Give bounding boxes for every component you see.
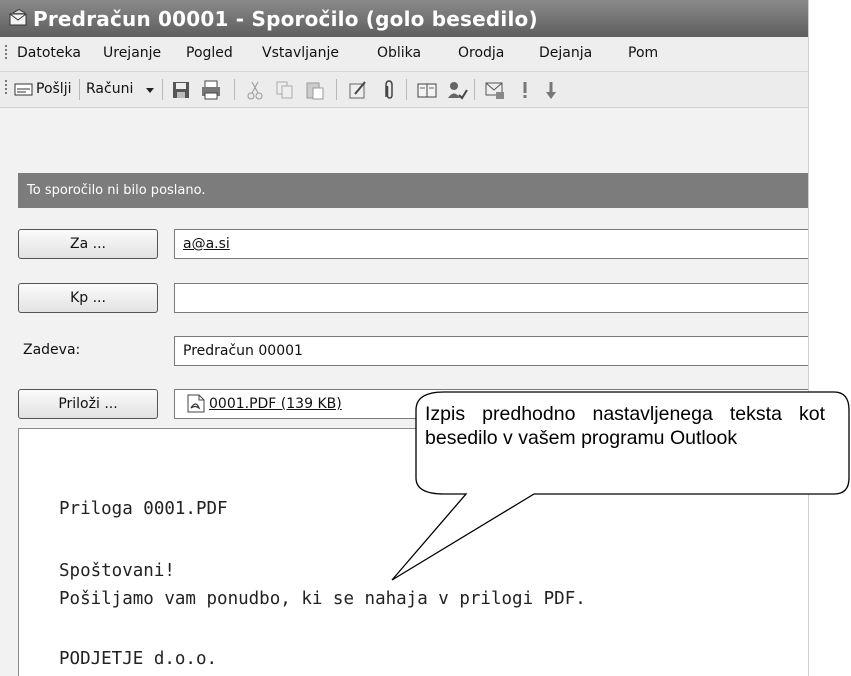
toolbar-separator xyxy=(336,79,337,100)
subject-value: Predračun 00001 xyxy=(183,343,303,359)
menu-help[interactable]: Pom xyxy=(628,45,658,61)
title-bar[interactable]: Predračun 00001 - Sporočilo (golo besedi… xyxy=(0,0,808,37)
message-body[interactable]: Priloga 0001.PDF Spoštovani! Pošiljamo v… xyxy=(18,428,808,676)
attach-button[interactable]: Priloži ... xyxy=(18,389,158,419)
menu-file[interactable]: Datoteka xyxy=(17,45,81,61)
menu-grip-handle[interactable] xyxy=(5,45,8,61)
paste-icon[interactable] xyxy=(304,79,326,101)
print-icon[interactable] xyxy=(200,79,222,101)
toolbar-separator xyxy=(234,79,235,100)
pdf-file-icon xyxy=(187,394,205,413)
subject-label: Zadeva: xyxy=(23,342,81,358)
check-names-icon[interactable] xyxy=(446,79,468,101)
mail-message-icon xyxy=(9,9,27,26)
message-options-icon[interactable] xyxy=(484,79,506,101)
cc-field[interactable] xyxy=(174,283,808,313)
to-button-label: Za ... xyxy=(70,236,106,252)
callout-text: Izpis predhodno nastavljenega teksta kot… xyxy=(425,403,825,449)
toolbar-separator xyxy=(162,79,163,100)
copy-icon[interactable] xyxy=(274,79,296,101)
cut-icon[interactable] xyxy=(244,79,266,101)
subject-field[interactable]: Predračun 00001 xyxy=(174,336,808,366)
body-line-text: Pošiljamo vam ponudbo, ki se nahaja v pr… xyxy=(59,589,586,609)
info-bar: To sporočilo ni bilo poslano. xyxy=(18,173,808,208)
menu-format[interactable]: Oblika xyxy=(377,45,421,61)
check-names-icon[interactable] xyxy=(347,79,369,101)
info-bar-text: To sporočilo ni bilo poslano. xyxy=(27,183,206,198)
send-label: Pošlji xyxy=(36,81,72,97)
menu-view[interactable]: Pogled xyxy=(186,45,233,61)
toolbar-grip-handle[interactable] xyxy=(5,80,8,96)
body-line-signature: PODJETJE d.o.o. xyxy=(59,649,218,669)
attachment-link[interactable]: 0001.PDF (139 KB) xyxy=(209,396,342,412)
cc-button[interactable]: Kp ... xyxy=(18,283,158,313)
menu-bar: Datoteka Urejanje Pogled Vstavljanje Obl… xyxy=(0,37,808,72)
importance-high-icon[interactable] xyxy=(514,79,536,101)
to-button[interactable]: Za ... xyxy=(18,229,158,259)
menu-insert[interactable]: Vstavljanje xyxy=(262,45,339,61)
toolbar-separator xyxy=(474,79,475,100)
window-title: Predračun 00001 - Sporočilo (golo besedi… xyxy=(33,7,538,31)
outlook-message-window: Predračun 00001 - Sporočilo (golo besedi… xyxy=(0,0,809,676)
body-line-attachment: Priloga 0001.PDF xyxy=(59,499,228,519)
importance-low-icon[interactable] xyxy=(540,79,562,101)
send-icon xyxy=(14,83,33,96)
toolbar-separator xyxy=(406,79,407,100)
body-line-greeting: Spoštovani! xyxy=(59,561,175,581)
menu-tools[interactable]: Orodja xyxy=(458,45,504,61)
menu-edit[interactable]: Urejanje xyxy=(103,45,161,61)
chevron-down-icon xyxy=(146,88,154,93)
to-recipient[interactable]: a@a.si xyxy=(183,236,230,252)
accounts-label: Računi xyxy=(86,81,134,97)
standard-toolbar: Pošlji Računi xyxy=(0,72,808,108)
address-book-icon[interactable] xyxy=(416,79,438,101)
save-icon[interactable] xyxy=(170,79,192,101)
toolbar-separator xyxy=(79,79,80,100)
to-field[interactable]: a@a.si xyxy=(174,229,808,259)
attach-button-label: Priloži ... xyxy=(58,396,118,412)
attach-icon[interactable] xyxy=(378,79,400,101)
accounts-dropdown[interactable]: Računi xyxy=(84,78,174,102)
menu-actions[interactable]: Dejanja xyxy=(539,45,592,61)
cc-button-label: Kp ... xyxy=(70,290,106,306)
